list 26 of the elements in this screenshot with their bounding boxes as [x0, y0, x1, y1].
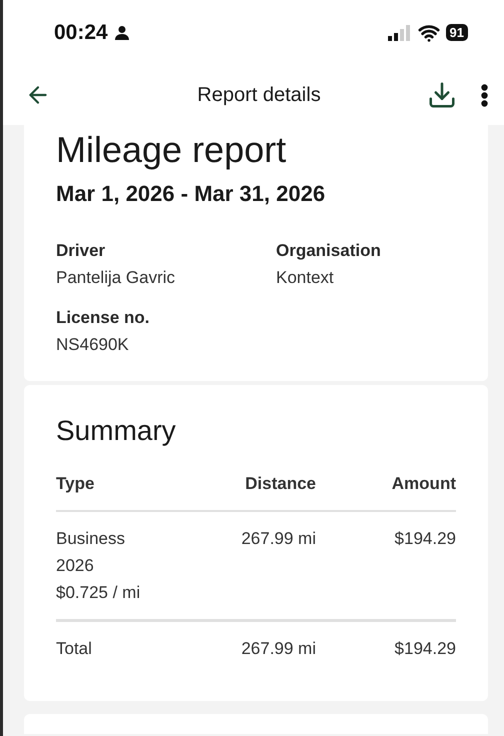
signal-icon [388, 24, 412, 40]
download-icon [427, 80, 457, 110]
field-label: Driver [56, 241, 106, 261]
field-label: Organisation [276, 241, 382, 261]
table-cell-text: Business 2026 $0.725 / mi [56, 528, 142, 604]
table-cell-text: Total [56, 638, 93, 660]
person-icon [114, 24, 130, 40]
field-label: License no. [56, 308, 151, 328]
table-cell-text: 267.99 mi [240, 638, 316, 660]
more-button[interactable] [479, 82, 490, 108]
status-time: 00:24 [54, 20, 108, 44]
page-title: Report details [196, 84, 322, 106]
column-header: Amount [390, 473, 456, 495]
table-cell-text: $194.29 [394, 528, 456, 550]
report-period: Mar 1, 2026 - Mar 31, 2026 [56, 181, 326, 207]
more-icon [481, 84, 488, 106]
summary-title: Summary [56, 415, 177, 447]
field-value: NS4690K [56, 335, 130, 355]
field-value: Kontext [276, 268, 335, 288]
battery-icon: 91 [446, 24, 468, 41]
report-title: Mileage report [56, 129, 288, 171]
column-header: Distance [244, 473, 316, 495]
column-header: Type [56, 473, 96, 495]
table-cell-text: $194.29 [394, 638, 456, 660]
field-value: Pantelija Gavric [56, 268, 176, 288]
table-cell-text: 267.99 mi [240, 528, 316, 550]
